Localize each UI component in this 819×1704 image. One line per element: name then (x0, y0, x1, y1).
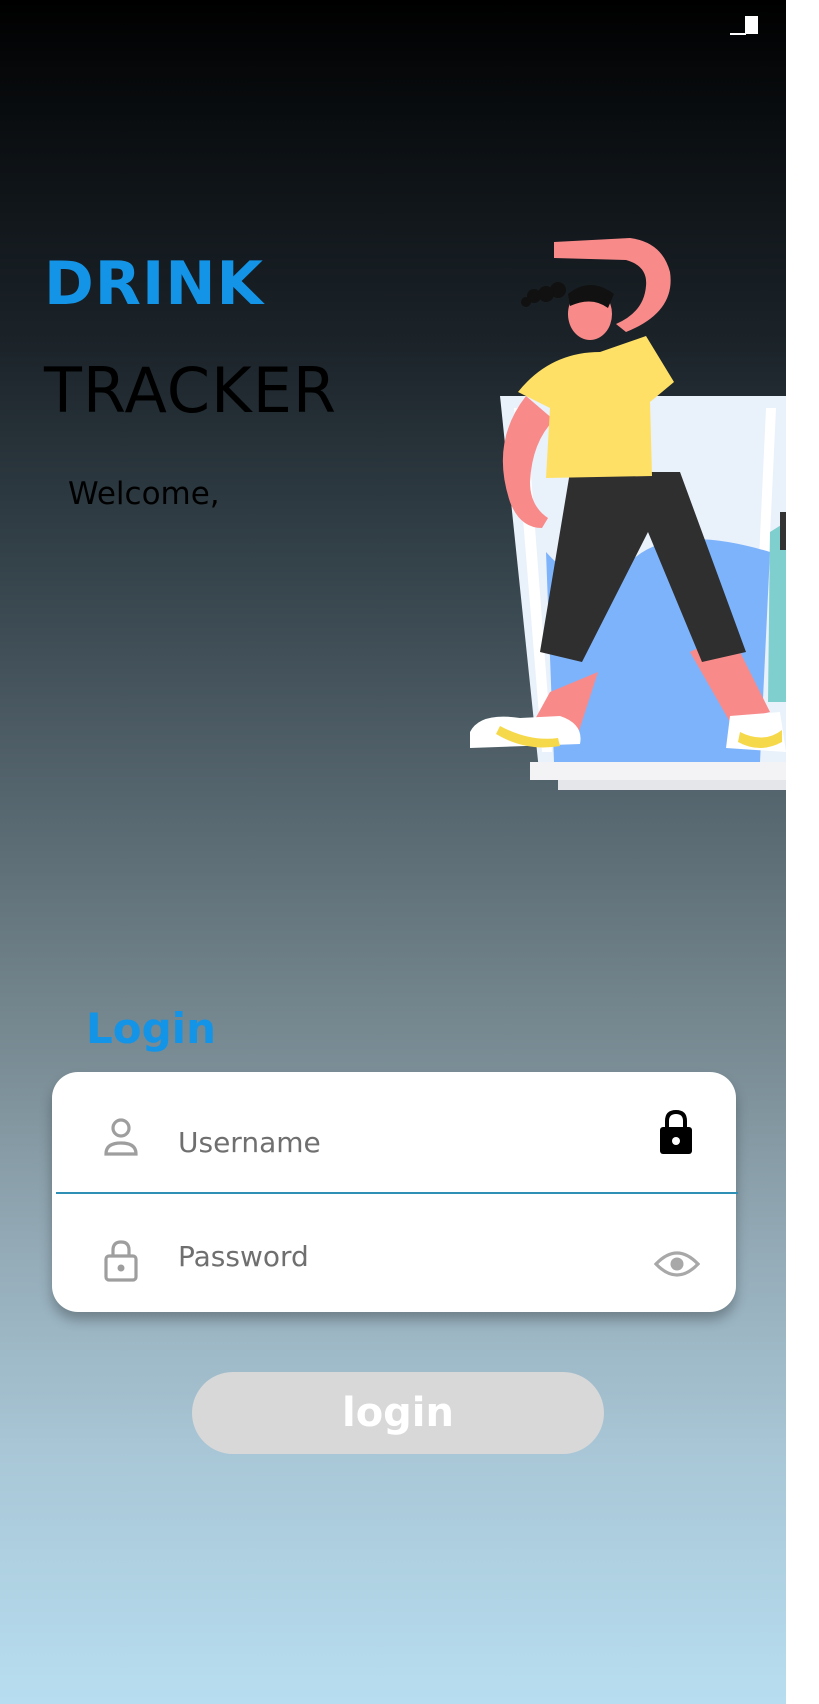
login-button[interactable]: login (192, 1372, 604, 1454)
lock-icon[interactable] (656, 1108, 696, 1156)
login-heading: Login (86, 1004, 216, 1053)
app-title-tracker: TRACKER (44, 354, 337, 427)
login-screen: DRINK TRACKER Welcome, Login Username lo… (0, 0, 786, 1704)
password-row (52, 1196, 736, 1312)
person-icon (104, 1118, 138, 1156)
woman-on-water-glass-illustration (470, 238, 786, 790)
app-title-drink: DRINK (44, 249, 265, 319)
username-row (52, 1072, 736, 1188)
battery-icon (730, 16, 758, 35)
username-input[interactable] (178, 1112, 618, 1172)
eye-icon[interactable] (654, 1248, 700, 1280)
login-card (52, 1072, 738, 1312)
welcome-text: Welcome, (68, 476, 220, 512)
field-divider (56, 1192, 738, 1194)
lock-outline-icon (104, 1240, 138, 1282)
password-input[interactable] (178, 1226, 618, 1286)
